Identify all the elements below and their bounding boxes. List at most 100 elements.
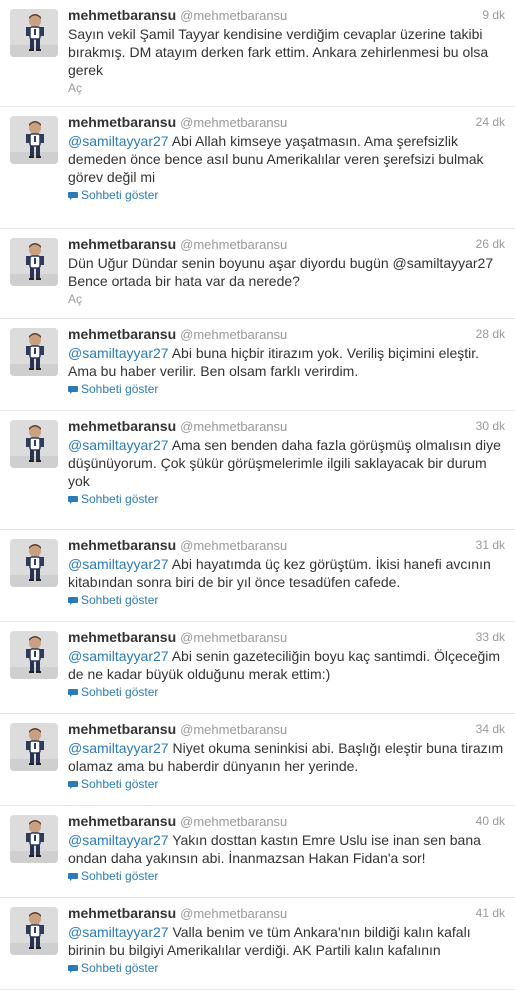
conversation-icon: [68, 685, 81, 699]
mention-link[interactable]: @samiltayyar27: [68, 648, 169, 664]
expand-link[interactable]: Aç: [68, 292, 505, 306]
tweet-item[interactable]: mehmetbaransu @mehmetbaransu 40 dk @samil…: [0, 806, 515, 898]
tweet-header: mehmetbaransu @mehmetbaransu: [68, 721, 505, 738]
tweet-text: @samiltayyar27 Valla benim ve tüm Ankara…: [68, 923, 505, 959]
action-label[interactable]: Sohbeti göster: [81, 869, 158, 883]
show-conversation-link[interactable]: Sohbeti göster: [68, 492, 505, 506]
user-handle[interactable]: @mehmetbaransu: [180, 906, 287, 921]
user-name[interactable]: mehmetbaransu: [68, 326, 176, 342]
show-conversation-link[interactable]: Sohbeti göster: [68, 685, 505, 699]
user-name[interactable]: mehmetbaransu: [68, 7, 176, 23]
timestamp[interactable]: 31 dk: [476, 537, 505, 554]
user-handle[interactable]: @mehmetbaransu: [180, 115, 287, 130]
avatar[interactable]: [10, 723, 58, 771]
tweet-text: @samiltayyar27 Yakın dosttan kastın Emre…: [68, 831, 505, 867]
avatar[interactable]: [10, 116, 58, 164]
mention-link[interactable]: @samiltayyar27: [68, 924, 169, 940]
user-handle[interactable]: @mehmetbaransu: [180, 538, 287, 553]
user-name[interactable]: mehmetbaransu: [68, 813, 176, 829]
timestamp[interactable]: 30 dk: [476, 418, 505, 435]
avatar[interactable]: [10, 420, 58, 468]
user-handle[interactable]: @mehmetbaransu: [180, 327, 287, 342]
action-label[interactable]: Sohbeti göster: [81, 492, 158, 506]
tweet-text: Dün Uğur Dündar senin boyunu aşar diyord…: [68, 254, 505, 290]
mention-link[interactable]: @samiltayyar27: [68, 832, 169, 848]
tweet-text: @samiltayyar27 Abi buna hiçbir itirazım …: [68, 344, 505, 380]
user-name[interactable]: mehmetbaransu: [68, 236, 176, 252]
tweet-timeline: mehmetbaransu @mehmetbaransu 9 dk Sayın v…: [0, 0, 515, 990]
timestamp[interactable]: 34 dk: [476, 721, 505, 738]
mention-link[interactable]: @samiltayyar27: [68, 740, 169, 756]
user-name[interactable]: mehmetbaransu: [68, 418, 176, 434]
user-handle[interactable]: @mehmetbaransu: [180, 8, 287, 23]
action-label[interactable]: Aç: [68, 81, 82, 95]
tweet-header: mehmetbaransu @mehmetbaransu: [68, 537, 505, 554]
avatar[interactable]: [10, 328, 58, 376]
action-label[interactable]: Sohbeti göster: [81, 188, 158, 202]
timestamp[interactable]: 40 dk: [476, 813, 505, 830]
tweet-text: @samiltayyar27 Ama sen benden daha fazla…: [68, 436, 505, 490]
conversation-icon: [68, 492, 81, 506]
show-conversation-link[interactable]: Sohbeti göster: [68, 869, 505, 883]
user-handle[interactable]: @mehmetbaransu: [180, 722, 287, 737]
avatar[interactable]: [10, 815, 58, 863]
conversation-icon: [68, 777, 81, 791]
show-conversation-link[interactable]: Sohbeti göster: [68, 382, 505, 396]
timestamp[interactable]: 41 dk: [476, 905, 505, 922]
user-name[interactable]: mehmetbaransu: [68, 721, 176, 737]
user-handle[interactable]: @mehmetbaransu: [180, 630, 287, 645]
mention-link[interactable]: @samiltayyar27: [68, 556, 169, 572]
tweet-text: @samiltayyar27 Abi senin gazeteciliğin b…: [68, 647, 505, 683]
timestamp[interactable]: 24 dk: [476, 114, 505, 131]
user-name[interactable]: mehmetbaransu: [68, 537, 176, 553]
avatar[interactable]: [10, 907, 58, 955]
conversation-icon: [68, 188, 81, 202]
tweet-header: mehmetbaransu @mehmetbaransu: [68, 7, 505, 24]
expand-link[interactable]: Aç: [68, 81, 505, 95]
timestamp[interactable]: 9 dk: [482, 7, 505, 24]
tweet-text: @samiltayyar27 Niyet okuma seninkisi abi…: [68, 739, 505, 775]
user-handle[interactable]: @mehmetbaransu: [180, 814, 287, 829]
show-conversation-link[interactable]: Sohbeti göster: [68, 777, 505, 791]
timestamp[interactable]: 33 dk: [476, 629, 505, 646]
tweet-item[interactable]: mehmetbaransu @mehmetbaransu 28 dk @samil…: [0, 319, 515, 411]
tweet-text: @samiltayyar27 Abi Allah kimseye yaşatma…: [68, 132, 505, 186]
tweet-text: Sayın vekil Şamil Tayyar kendisine verdi…: [68, 25, 505, 79]
tweet-item[interactable]: mehmetbaransu @mehmetbaransu 26 dk Dün Uğ…: [0, 229, 515, 319]
tweet-item[interactable]: mehmetbaransu @mehmetbaransu 30 dk @samil…: [0, 411, 515, 530]
mention-link[interactable]: @samiltayyar27: [68, 437, 169, 453]
user-name[interactable]: mehmetbaransu: [68, 629, 176, 645]
user-name[interactable]: mehmetbaransu: [68, 114, 176, 130]
timestamp[interactable]: 26 dk: [476, 236, 505, 253]
mention-link[interactable]: @samiltayyar27: [68, 133, 169, 149]
mention-link[interactable]: @samiltayyar27: [68, 345, 169, 361]
user-name[interactable]: mehmetbaransu: [68, 905, 176, 921]
action-label[interactable]: Sohbeti göster: [81, 382, 158, 396]
tweet-item[interactable]: mehmetbaransu @mehmetbaransu 24 dk @samil…: [0, 107, 515, 229]
action-label[interactable]: Sohbeti göster: [81, 685, 158, 699]
timestamp[interactable]: 28 dk: [476, 326, 505, 343]
avatar[interactable]: [10, 9, 58, 57]
tweet-item[interactable]: mehmetbaransu @mehmetbaransu 41 dk @samil…: [0, 898, 515, 990]
tweet-item[interactable]: mehmetbaransu @mehmetbaransu 33 dk @samil…: [0, 622, 515, 714]
tweet-item[interactable]: mehmetbaransu @mehmetbaransu 34 dk @samil…: [0, 714, 515, 806]
user-handle[interactable]: @mehmetbaransu: [180, 237, 287, 252]
tweet-text: @samiltayyar27 Abi hayatımda üç kez görü…: [68, 555, 505, 591]
action-label[interactable]: Sohbeti göster: [81, 777, 158, 791]
tweet-header: mehmetbaransu @mehmetbaransu: [68, 813, 505, 830]
show-conversation-link[interactable]: Sohbeti göster: [68, 593, 505, 607]
avatar[interactable]: [10, 238, 58, 286]
show-conversation-link[interactable]: Sohbeti göster: [68, 188, 505, 202]
conversation-icon: [68, 593, 81, 607]
user-handle[interactable]: @mehmetbaransu: [180, 419, 287, 434]
tweet-header: mehmetbaransu @mehmetbaransu: [68, 629, 505, 646]
avatar[interactable]: [10, 631, 58, 679]
tweet-item[interactable]: mehmetbaransu @mehmetbaransu 9 dk Sayın v…: [0, 0, 515, 107]
avatar[interactable]: [10, 539, 58, 587]
conversation-icon: [68, 869, 81, 883]
action-label[interactable]: Sohbeti göster: [81, 593, 158, 607]
tweet-header: mehmetbaransu @mehmetbaransu: [68, 905, 505, 922]
action-label[interactable]: Aç: [68, 292, 82, 306]
conversation-icon: [68, 382, 81, 396]
tweet-item[interactable]: mehmetbaransu @mehmetbaransu 31 dk @samil…: [0, 530, 515, 622]
